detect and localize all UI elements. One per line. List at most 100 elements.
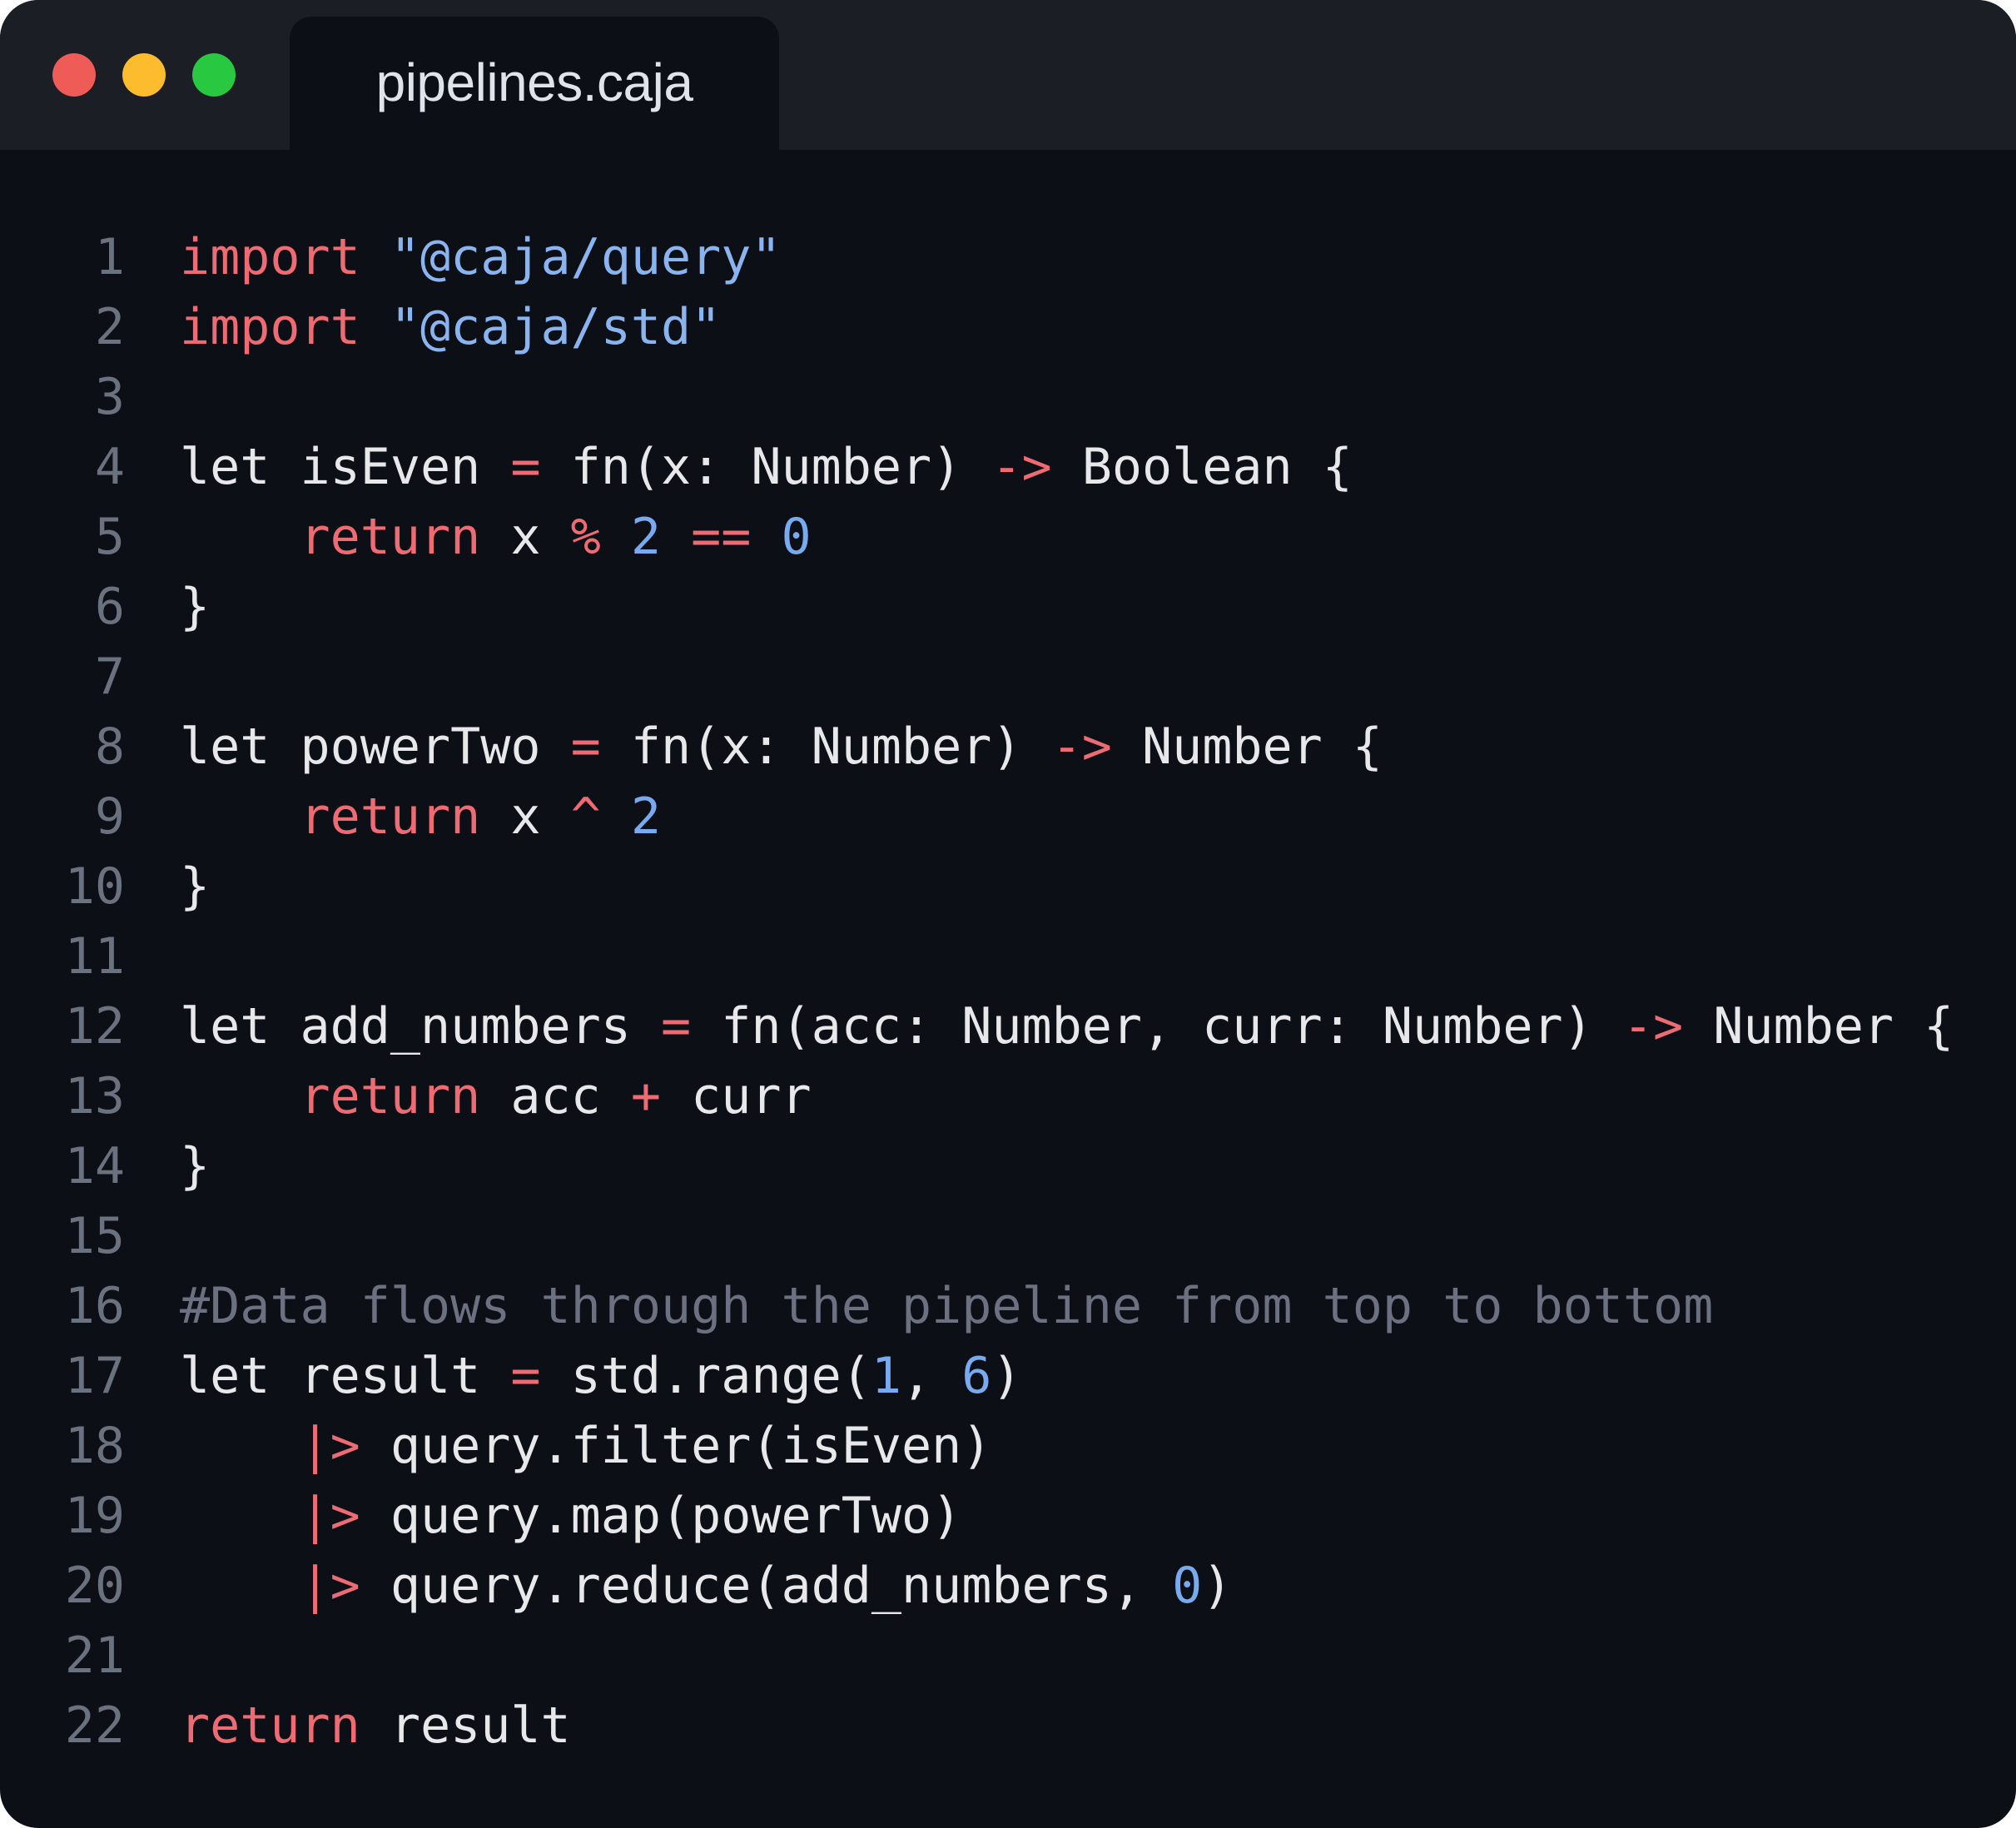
code-token: x — [480, 508, 571, 566]
code-token: |> — [300, 1557, 360, 1615]
code-token: = — [660, 997, 692, 1056]
line-number: 6 — [94, 578, 125, 636]
code-token: return — [180, 1696, 360, 1755]
code-token: "@caja/std" — [390, 298, 722, 356]
code-line: 1 import "@caja/query" — [0, 222, 2016, 292]
code-line: 7 — [0, 642, 2016, 712]
code-line: 12 let add_numbers = fn(acc: Number, curr… — [0, 991, 2016, 1061]
code-token: query.reduce(add_numbers, — [360, 1557, 1173, 1615]
line-number: 9 — [94, 787, 125, 846]
code-token: } — [180, 857, 211, 916]
line-number: 3 — [94, 368, 125, 426]
line-number: 11 — [64, 927, 125, 986]
line-number: 17 — [64, 1347, 125, 1405]
code-token: ^ — [570, 787, 601, 846]
code-token: return — [300, 1067, 481, 1125]
code-text: let isEven = fn(x: Number) -> Boolean { — [180, 438, 1353, 496]
code-token: query.map(powerTwo) — [360, 1487, 962, 1545]
code-token: #Data flows through the pipeline from to… — [180, 1277, 1714, 1335]
code-token: 0 — [1172, 1557, 1203, 1615]
line-number: 19 — [64, 1487, 125, 1545]
code-text: |> query.filter(isEven) — [180, 1417, 992, 1475]
line-number: 7 — [94, 648, 125, 706]
tab-pipelines-caja[interactable]: pipelines.caja — [290, 17, 779, 158]
code-token: ) — [991, 1347, 1022, 1405]
code-token: == — [691, 508, 752, 566]
code-editor[interactable]: 1 import "@caja/query" 2 import "@caja/std"… — [0, 222, 2016, 1761]
code-text: return x % 2 == 0 — [180, 508, 812, 566]
code-line: 15 — [0, 1201, 2016, 1271]
code-token: Number { — [1683, 997, 1954, 1056]
minimize-button[interactable] — [122, 53, 166, 97]
code-text: import "@caja/query" — [180, 228, 781, 286]
code-line: 21 — [0, 1621, 2016, 1691]
code-text: import "@caja/std" — [180, 298, 721, 356]
code-text: return result — [180, 1696, 571, 1755]
code-token: Boolean { — [1051, 438, 1353, 496]
maximize-button[interactable] — [192, 53, 236, 97]
code-token: result — [360, 1696, 571, 1755]
code-token: 2 — [630, 508, 661, 566]
line-number: 2 — [94, 298, 125, 356]
code-line: 10} — [0, 852, 2016, 921]
line-number: 10 — [64, 857, 125, 916]
line-number: 22 — [64, 1696, 125, 1755]
line-number: 8 — [94, 718, 125, 776]
title-bar: pipelines.caja — [0, 0, 2016, 158]
code-token: 2 — [630, 787, 661, 846]
code-line: 19 |> query.map(powerTwo) — [0, 1481, 2016, 1551]
code-token: acc — [480, 1067, 631, 1125]
code-token: 1 — [871, 1347, 901, 1405]
line-number: 16 — [64, 1277, 125, 1335]
code-text: } — [180, 578, 210, 636]
code-token: ) — [1202, 1557, 1233, 1615]
line-number: 13 — [64, 1067, 125, 1125]
code-token: let result — [180, 1347, 511, 1405]
code-token: return — [300, 787, 481, 846]
code-text: |> query.reduce(add_numbers, 0) — [180, 1557, 1233, 1615]
line-number: 1 — [94, 228, 125, 286]
code-token: curr — [661, 1067, 812, 1125]
code-token: + — [630, 1067, 661, 1125]
code-token: Number { — [1111, 718, 1383, 776]
code-text: return acc + curr — [180, 1067, 812, 1125]
line-number: 15 — [64, 1207, 125, 1265]
line-number: 18 — [64, 1417, 125, 1475]
code-text: } — [180, 1137, 210, 1195]
code-token: fn(x: Number) — [540, 438, 992, 496]
code-token: import — [180, 298, 360, 356]
code-text: let powerTwo = fn(x: Number) -> Number { — [180, 718, 1383, 776]
code-token: = — [510, 438, 541, 496]
code-token: , — [901, 1347, 962, 1405]
line-number: 21 — [64, 1627, 125, 1685]
tab-title: pipelines.caja — [375, 52, 693, 112]
code-token: } — [180, 578, 211, 636]
code-line: 17 let result = std.range(1, 6) — [0, 1341, 2016, 1411]
line-number: 5 — [94, 508, 125, 566]
line-number: 4 — [94, 438, 125, 496]
code-token: |> — [300, 1417, 360, 1475]
code-text: #Data flows through the pipeline from to… — [180, 1277, 1713, 1335]
line-number: 12 — [64, 997, 125, 1056]
code-text: let result = std.range(1, 6) — [180, 1347, 1021, 1405]
code-token: -> — [1622, 997, 1684, 1056]
line-number: 14 — [64, 1137, 125, 1195]
code-line: 22 return result — [0, 1691, 2016, 1761]
code-text: |> query.map(powerTwo) — [180, 1487, 962, 1545]
code-token: fn(acc: Number, curr: Number) — [691, 997, 1623, 1056]
close-button[interactable] — [52, 53, 96, 97]
code-token: = — [510, 1347, 541, 1405]
code-line: 3 — [0, 362, 2016, 432]
code-token: std.range( — [540, 1347, 871, 1405]
code-text: } — [180, 857, 210, 916]
